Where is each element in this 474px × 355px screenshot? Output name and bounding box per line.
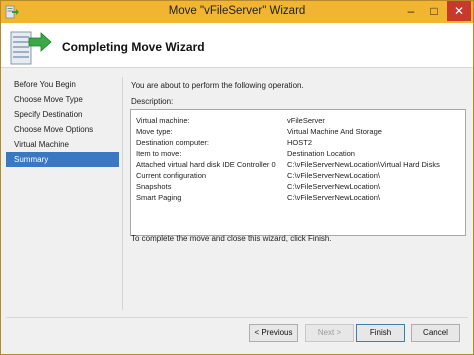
row-value: C:\vFileServerNewLocation\Virtual Hard D… xyxy=(287,160,440,169)
row-value: HOST2 xyxy=(287,138,313,147)
row-key: Current configuration xyxy=(136,171,207,180)
row-key: Destination computer: xyxy=(136,138,209,147)
wizard-steps-nav: Before You Begin Choose Move Type Specif… xyxy=(6,77,119,167)
description-label: Description: xyxy=(131,97,174,106)
nav-item-choose-move-type[interactable]: Choose Move Type xyxy=(6,92,119,107)
wizard-header: Completing Move Wizard xyxy=(1,23,473,68)
next-button[interactable]: Next > xyxy=(305,324,354,342)
row-key: Move type: xyxy=(136,127,173,136)
nav-item-specify-destination[interactable]: Specify Destination xyxy=(6,107,119,122)
intro-text: You are about to perform the following o… xyxy=(131,81,304,90)
wizard-window: Move "vFileServer" Wizard – □ ✕ Completi… xyxy=(0,0,474,355)
nav-item-before-you-begin[interactable]: Before You Begin xyxy=(6,77,119,92)
row-key: Item to move: xyxy=(136,149,182,158)
close-button[interactable]: ✕ xyxy=(447,1,471,21)
row-value: Destination Location xyxy=(287,149,355,158)
row-value: Virtual Machine And Storage xyxy=(287,127,382,136)
row-value: C:\vFileServerNewLocation\ xyxy=(287,182,380,191)
row-key: Virtual machine: xyxy=(136,116,190,125)
row-key: Snapshots xyxy=(136,182,172,191)
description-box[interactable]: Virtual machine: vFileServer Move type: Vi… xyxy=(130,109,466,236)
summary-panel: You are about to perform the following o… xyxy=(122,77,468,310)
finish-instruction: To complete the move and close this wiza… xyxy=(131,234,332,243)
nav-item-virtual-machine[interactable]: Virtual Machine xyxy=(6,137,119,152)
nav-item-summary[interactable]: Summary xyxy=(6,152,119,167)
previous-button[interactable]: < Previous xyxy=(249,324,298,342)
server-arrow-icon xyxy=(9,26,53,71)
row-value: C:\vFileServerNewLocation\ xyxy=(287,193,380,202)
nav-item-choose-move-options[interactable]: Choose Move Options xyxy=(6,122,119,137)
row-value: vFileServer xyxy=(287,116,325,125)
row-key: Smart Paging xyxy=(136,193,182,202)
finish-button[interactable]: Finish xyxy=(356,324,405,342)
page-title: Completing Move Wizard xyxy=(62,40,205,54)
title-bar[interactable]: Move "vFileServer" Wizard – □ ✕ xyxy=(1,1,473,23)
minimize-button[interactable]: – xyxy=(403,4,419,18)
footer-divider xyxy=(6,317,468,318)
cancel-button[interactable]: Cancel xyxy=(411,324,460,342)
row-value: C:\vFileServerNewLocation\ xyxy=(287,171,380,180)
row-key: Attached virtual hard disk IDE Controlle… xyxy=(136,160,276,169)
maximize-button[interactable]: □ xyxy=(426,4,442,18)
